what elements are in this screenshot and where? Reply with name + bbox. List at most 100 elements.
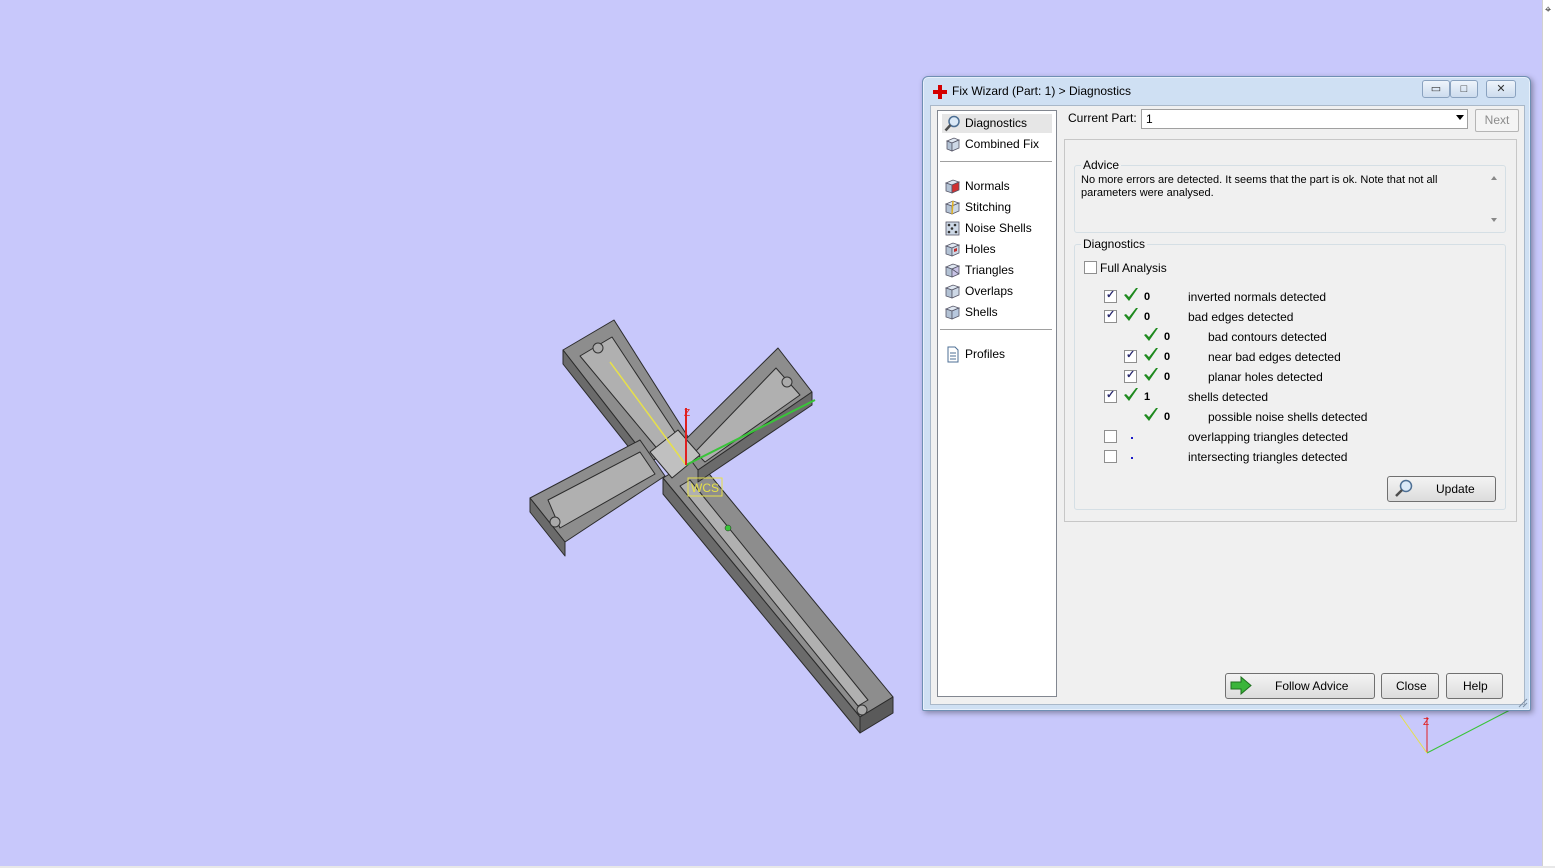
- z-axis-label: Z: [684, 408, 690, 419]
- holes-cube-icon: [944, 242, 961, 257]
- nav-label: Shells: [965, 305, 998, 319]
- current-part-value: 1: [1146, 112, 1153, 126]
- diagnostic-count: 0: [1164, 351, 1171, 363]
- scroll-up-icon: [1491, 176, 1497, 180]
- window-close-button[interactable]: ✕: [1486, 80, 1516, 98]
- diagnostic-count: 0: [1164, 411, 1171, 423]
- diagnostics-panel: Advice No more errors are detected. It s…: [1064, 139, 1517, 522]
- nav-label: Overlaps: [965, 284, 1014, 298]
- nav-label: Normals: [965, 179, 1010, 193]
- diagnostic-label: planar holes detected: [1208, 370, 1323, 384]
- green-arrow-icon: [1230, 676, 1252, 695]
- nav-item-profiles[interactable]: Profiles: [942, 345, 1052, 364]
- shells-cube-icon: [944, 305, 961, 320]
- dialog-titlebar[interactable]: Fix Wizard (Part: 1) > Diagnostics ▭ □ ✕: [923, 77, 1530, 105]
- diagnostic-row: intersecting triangles detected: [1075, 449, 1495, 467]
- diagnostic-label: bad edges detected: [1188, 310, 1294, 324]
- nav-item-overlaps[interactable]: Overlaps: [942, 282, 1052, 301]
- diagnostic-label: inverted normals detected: [1188, 290, 1327, 304]
- diagnostic-checkbox[interactable]: [1104, 450, 1117, 463]
- green-check-icon: [1144, 328, 1158, 341]
- nav-label: Noise Shells: [965, 221, 1032, 235]
- diagnostics-caption: Diagnostics: [1081, 237, 1148, 251]
- diagnostic-label: overlapping triangles detected: [1188, 430, 1349, 444]
- diagnostic-checkbox[interactable]: [1124, 348, 1137, 363]
- help-button[interactable]: Help: [1446, 673, 1503, 699]
- right-ruler: ⌖: [1542, 0, 1555, 868]
- follow-advice-button[interactable]: Follow Advice: [1225, 673, 1375, 699]
- overlaps-cube-icon: [944, 284, 961, 299]
- nav-item-triangles[interactable]: Triangles: [942, 261, 1052, 280]
- update-button[interactable]: Update: [1387, 476, 1496, 502]
- noise-shells-icon: [945, 221, 960, 236]
- diagnostic-checkbox[interactable]: [1124, 368, 1137, 383]
- diagnostic-row: 0 bad edges detected: [1075, 308, 1495, 327]
- nav-label: Diagnostics: [965, 116, 1028, 130]
- advice-group: Advice No more errors are detected. It s…: [1074, 158, 1506, 233]
- nav-separator: [940, 161, 1052, 163]
- stitching-cube-icon: [944, 200, 961, 215]
- diagnostic-checkbox[interactable]: [1104, 388, 1117, 403]
- full-analysis-label: Full Analysis: [1100, 261, 1167, 275]
- mini-z-label: Z: [1423, 717, 1429, 728]
- pending-dot-icon: [1131, 437, 1133, 439]
- minimize-icon: ▭: [1430, 83, 1442, 95]
- advice-text: No more errors are detected. It seems th…: [1081, 174, 1438, 199]
- diagnostic-count: 0: [1164, 331, 1171, 343]
- diagnostic-label: shells detected: [1188, 390, 1269, 404]
- diagnostic-row: 0 planar holes detected: [1075, 368, 1495, 387]
- document-icon: [947, 346, 959, 363]
- close-label: Close: [1396, 679, 1427, 693]
- maximize-button[interactable]: □: [1450, 80, 1478, 98]
- current-part-label: Current Part:: [1068, 111, 1137, 125]
- diagnostic-checkbox[interactable]: [1104, 288, 1117, 303]
- nav-item-normals[interactable]: Normals: [942, 177, 1052, 196]
- current-part-select[interactable]: 1: [1141, 109, 1468, 129]
- green-check-icon: [1124, 308, 1138, 321]
- view-axis-triad: Z: [1399, 709, 1511, 754]
- diagnostic-label: near bad edges detected: [1208, 350, 1341, 364]
- diagnostic-label: intersecting triangles detected: [1188, 450, 1348, 464]
- diagnostic-label: possible noise shells detected: [1208, 410, 1368, 424]
- fix-wizard-dialog: Fix Wizard (Part: 1) > Diagnostics ▭ □ ✕…: [922, 76, 1531, 711]
- resize-grip-icon[interactable]: [1518, 698, 1528, 708]
- minimize-button[interactable]: ▭: [1422, 80, 1450, 98]
- green-check-icon: [1144, 408, 1158, 421]
- green-check-icon: [1124, 288, 1138, 301]
- diagnostic-row: 0 near bad edges detected: [1075, 348, 1495, 367]
- diagnostic-checkbox[interactable]: [1104, 308, 1117, 323]
- diagnostic-row: overlapping triangles detected: [1075, 429, 1495, 447]
- nav-label: Combined Fix: [965, 137, 1040, 151]
- diagnostic-count: 0: [1144, 311, 1151, 323]
- magnifier-icon: [944, 115, 960, 132]
- diagnostic-count: 0: [1164, 371, 1171, 383]
- nav-separator: [940, 329, 1052, 331]
- cube-icon: [945, 137, 961, 152]
- diagnostic-row: 0 possible noise shells detected: [1075, 408, 1495, 427]
- nav-item-shells[interactable]: Shells: [942, 303, 1052, 322]
- follow-advice-label: Follow Advice: [1275, 679, 1349, 693]
- ruler-marker: ⌖: [1545, 4, 1552, 16]
- full-analysis-checkbox[interactable]: [1084, 261, 1097, 274]
- nav-item-holes[interactable]: Holes: [942, 240, 1052, 259]
- nav-item-noise-shells[interactable]: Noise Shells: [942, 219, 1052, 238]
- pending-dot-icon: [1131, 457, 1133, 459]
- wcs-label: WCS: [691, 481, 719, 495]
- green-check-icon: [1144, 348, 1158, 361]
- close-button[interactable]: Close: [1381, 673, 1439, 699]
- nav-item-diagnostics[interactable]: Diagnostics: [942, 114, 1052, 133]
- diagnostic-count: 0: [1144, 291, 1151, 303]
- diagnostic-row: 1 shells detected: [1075, 388, 1495, 407]
- nav-item-combined-fix[interactable]: Combined Fix: [942, 135, 1052, 154]
- maximize-icon: □: [1460, 83, 1468, 95]
- chevron-down-icon: [1456, 115, 1464, 120]
- green-check-icon: [1124, 388, 1138, 401]
- dialog-title: Fix Wizard (Part: 1) > Diagnostics: [952, 84, 1132, 98]
- diagnostic-row: 0 inverted normals detected: [1075, 288, 1495, 307]
- diagnostics-group: Diagnostics Full Analysis 0 inverted norm…: [1074, 237, 1506, 510]
- diagnostic-checkbox[interactable]: [1104, 430, 1117, 443]
- advice-scrollbar[interactable]: [1488, 172, 1502, 226]
- next-button[interactable]: Next: [1475, 109, 1519, 132]
- update-label: Update: [1436, 482, 1475, 496]
- nav-item-stitching[interactable]: Stitching: [942, 198, 1052, 217]
